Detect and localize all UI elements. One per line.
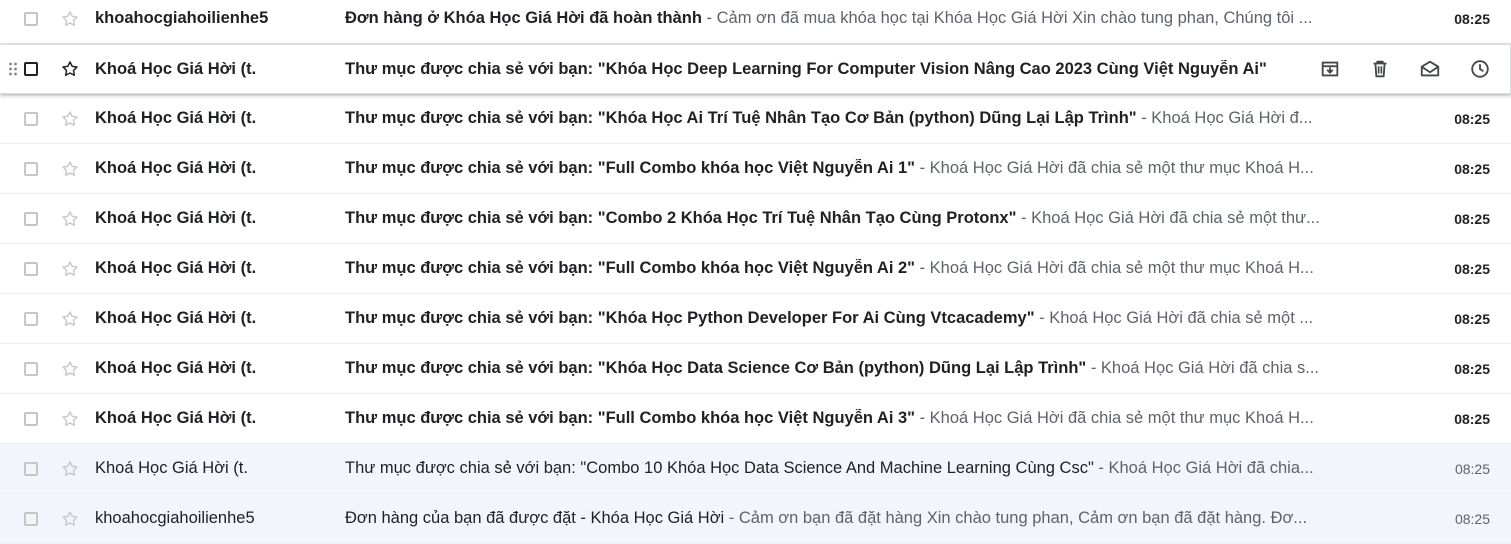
email-row[interactable]: Khoá Học Giá Hời (t. Thư mục được chia s… [0,394,1511,444]
email-content: Thư mục được chia sẻ với bạn: "Khóa Học … [345,60,1288,79]
email-snippet: - Khoá Học Giá Hời đã chia s... [1086,359,1319,377]
star-icon[interactable] [60,159,80,179]
email-row[interactable]: Khoá Học Giá Hời (t. Thư mục được chia s… [0,244,1511,294]
email-row[interactable]: Khoá Học Giá Hời (t. Thư mục được chia s… [0,194,1511,244]
email-time: 08:25 [1454,160,1490,177]
select-checkbox[interactable] [24,11,38,26]
star-icon[interactable] [60,459,80,479]
email-content: Thư mục được chia sẻ với bạn: "Combo 2 K… [345,209,1370,228]
email-snippet: - Khoá Học Giá Hời đã chia... [1093,459,1314,477]
email-time: 08:25 [1454,210,1490,227]
email-time: 08:25 [1454,360,1490,377]
sender-name: Khoá Học Giá Hời (t. [95,209,257,227]
sender-name: Khoá Học Giá Hời (t. [95,259,257,277]
email-row[interactable]: khoahocgiahoilienhe5 Đơn hàng ở Khóa Học… [0,0,1511,44]
email-row[interactable]: khoahocgiahoilienhe5 Đơn hàng của bạn đã… [0,494,1511,544]
email-row[interactable]: Khoá Học Giá Hời (t. Thư mục được chia s… [0,94,1511,144]
star-icon[interactable] [60,359,80,379]
email-content: Thư mục được chia sẻ với bạn: "Full Comb… [345,409,1370,428]
email-time: 08:25 [1454,110,1490,127]
email-content: Thư mục được chia sẻ với bạn: "Khóa Học … [345,109,1370,128]
sender-name: Khoá Học Giá Hời (t. [95,359,257,377]
sender-name: Khoá Học Giá Hời (t. [95,59,257,78]
drag-handle-icon[interactable] [8,61,18,77]
email-content: Đơn hàng của bạn đã được đặt - Khóa Học … [345,509,1370,528]
email-row-hovered[interactable]: Khoá Học Giá Hời (t. Thư mục được chia s… [0,44,1511,94]
select-checkbox[interactable] [24,62,38,76]
star-icon[interactable] [60,109,80,129]
email-content: Thư mục được chia sẻ với bạn: "Khóa Học … [345,309,1370,328]
mark-unread-button[interactable] [1405,49,1455,89]
email-time: 08:25 [1454,10,1490,27]
email-time: 08:25 [1454,410,1490,427]
email-time: 08:25 [1454,510,1490,527]
archive-button[interactable] [1305,49,1355,89]
email-content: Thư mục được chia sẻ với bạn: "Combo 10 … [345,459,1370,478]
sender-name: khoahocgiahoilienhe5 [95,509,255,527]
email-subject: Thư mục được chia sẻ với bạn: "Full Comb… [345,409,916,427]
snooze-icon [1471,60,1489,78]
snooze-button[interactable] [1455,49,1505,89]
sender-name: Khoá Học Giá Hời (t. [95,159,257,177]
email-content: Đơn hàng ở Khóa Học Giá Hời đã hoàn thàn… [345,9,1370,28]
trash-icon [1373,60,1387,78]
sender-name: Khoá Học Giá Hời (t. [95,109,257,127]
select-checkbox[interactable] [24,311,38,326]
select-checkbox[interactable] [24,361,38,376]
email-snippet: - Khoá Học Giá Hời đã chia sẻ một thư mụ… [915,259,1314,277]
star-icon[interactable] [60,59,80,79]
sender-name: Khoá Học Giá Hời (t. [95,409,257,427]
star-icon[interactable] [60,9,80,29]
email-snippet: - Khoá Học Giá Hời đ... [1136,109,1313,127]
email-content: Thư mục được chia sẻ với bạn: "Full Comb… [345,159,1370,178]
email-snippet: - Khoá Học Giá Hời đã chia sẻ một thư... [1016,209,1320,227]
email-content: Thư mục được chia sẻ với bạn: "Khóa Học … [345,359,1370,378]
select-checkbox[interactable] [24,511,38,526]
select-checkbox[interactable] [24,411,38,426]
star-icon[interactable] [60,209,80,229]
select-checkbox[interactable] [24,461,38,476]
star-icon[interactable] [60,259,80,279]
email-snippet: - Cảm ơn bạn đã đặt hàng Xin chào tung p… [724,509,1308,527]
email-content: Thư mục được chia sẻ với bạn: "Full Comb… [345,259,1370,278]
email-snippet: - Khoá Học Giá Hời đã chia sẻ một ... [1034,309,1314,327]
select-checkbox[interactable] [24,211,38,226]
star-icon[interactable] [60,309,80,329]
sender-name: khoahocgiahoilienhe5 [95,9,269,27]
star-icon[interactable] [60,409,80,429]
select-checkbox[interactable] [24,261,38,276]
email-subject: Thư mục được chia sẻ với bạn: "Combo 2 K… [345,209,1017,227]
email-time: 08:25 [1454,460,1490,477]
delete-button[interactable] [1355,49,1405,89]
select-checkbox[interactable] [24,111,38,126]
sender-name: Khoá Học Giá Hời (t. [95,459,248,477]
email-subject: Thư mục được chia sẻ với bạn: "Khóa Học … [345,59,1267,78]
star-icon[interactable] [60,509,80,529]
email-subject: Thư mục được chia sẻ với bạn: "Khóa Học … [345,359,1087,377]
email-subject: Thư mục được chia sẻ với bạn: "Khóa Học … [345,309,1035,327]
select-checkbox[interactable] [24,161,38,176]
mark-unread-icon [1420,60,1440,77]
email-subject: Thư mục được chia sẻ với bạn: "Full Comb… [345,159,916,177]
hover-actions [1305,49,1505,89]
email-subject: Đơn hàng ở Khóa Học Giá Hời đã hoàn thàn… [345,9,702,27]
email-time: 08:25 [1454,260,1490,277]
email-row[interactable]: Khoá Học Giá Hời (t. Thư mục được chia s… [0,444,1511,494]
email-subject: Thư mục được chia sẻ với bạn: "Combo 10 … [345,459,1094,477]
email-subject: Thư mục được chia sẻ với bạn: "Khóa Học … [345,109,1137,127]
email-subject: Thư mục được chia sẻ với bạn: "Full Comb… [345,259,916,277]
archive-icon [1321,61,1339,77]
sender-name: Khoá Học Giá Hời (t. [95,309,257,327]
email-snippet: - Cảm ơn đã mua khóa học tại Khóa Học Gi… [701,9,1313,27]
email-snippet: - Khoá Học Giá Hời đã chia sẻ một thư mụ… [915,159,1314,177]
email-subject: Đơn hàng của bạn đã được đặt - Khóa Học … [345,509,725,527]
email-row[interactable]: Khoá Học Giá Hời (t. Thư mục được chia s… [0,344,1511,394]
email-list: khoahocgiahoilienhe5 Đơn hàng ở Khóa Học… [0,0,1511,544]
email-row[interactable]: Khoá Học Giá Hời (t. Thư mục được chia s… [0,144,1511,194]
email-row[interactable]: Khoá Học Giá Hời (t. Thư mục được chia s… [0,294,1511,344]
email-time: 08:25 [1454,310,1490,327]
email-snippet: - Khoá Học Giá Hời đã chia sẻ một thư mụ… [915,409,1314,427]
